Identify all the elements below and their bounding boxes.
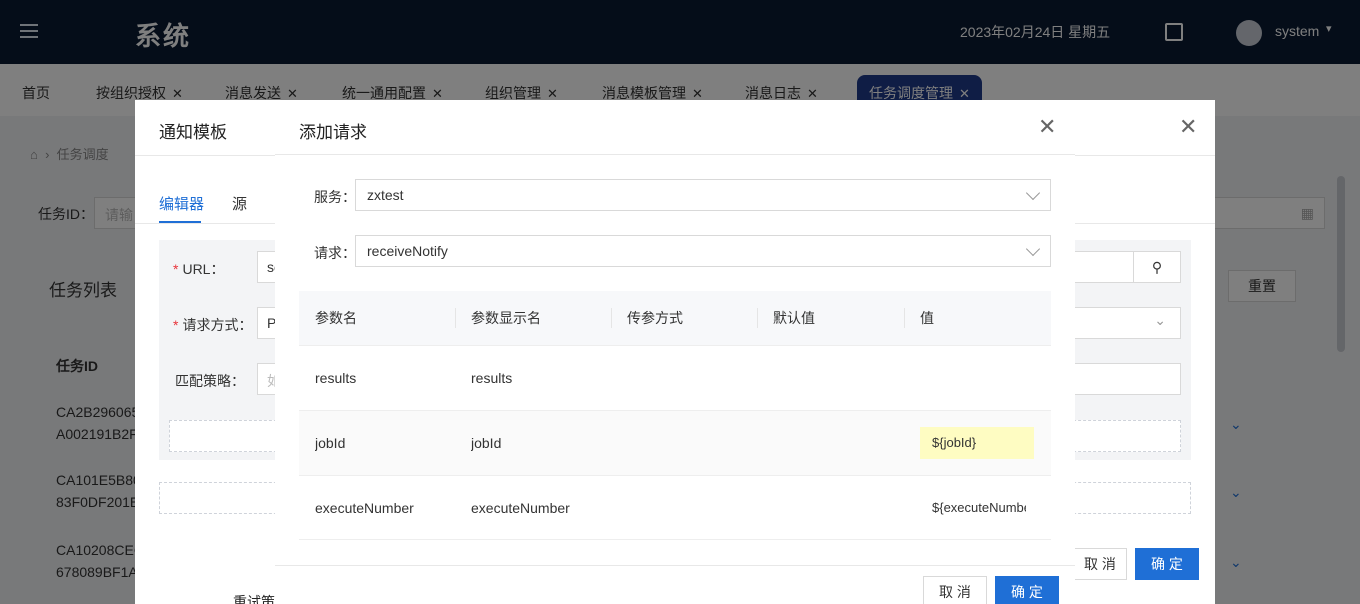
close-icon[interactable]: ✕ xyxy=(1038,114,1056,140)
request-select[interactable]: receiveNotify xyxy=(355,235,1051,267)
cancel-button[interactable]: 取 消 xyxy=(923,576,987,604)
chevron-down-icon xyxy=(1025,185,1041,201)
table-row: executeNumber executeNumber ${executeNum… xyxy=(299,475,1051,540)
column-header: 传参方式 xyxy=(627,310,683,326)
match-label: 匹配策略： xyxy=(175,373,245,389)
divider xyxy=(275,154,1075,155)
chevron-down-icon xyxy=(1025,241,1041,257)
method-label: * 请求方式： xyxy=(173,317,253,333)
column-header: 参数名 xyxy=(315,310,357,326)
chevron-down-icon: ⌄ xyxy=(1154,312,1166,328)
param-value-input[interactable]: ${executeNumber} xyxy=(920,492,1026,524)
column-header: 参数显示名 xyxy=(471,310,541,326)
close-icon[interactable]: ✕ xyxy=(1179,114,1197,140)
column-header: 值 xyxy=(920,310,934,326)
tab-source[interactable]: 源 xyxy=(232,193,247,214)
url-label: * URL： xyxy=(173,261,225,277)
param-display-name: results xyxy=(471,370,513,386)
column-divider xyxy=(611,308,612,328)
retry-label: 重试策 xyxy=(233,594,275,604)
service-select[interactable]: zxtest xyxy=(355,179,1051,211)
ok-button[interactable]: 确 定 xyxy=(1135,548,1199,580)
modal-title: 添加请求 xyxy=(299,123,367,142)
ok-button[interactable]: 确 定 xyxy=(995,576,1059,604)
param-display-name: executeNumber xyxy=(471,500,570,516)
service-value: zxtest xyxy=(367,187,404,203)
divider xyxy=(275,565,1075,566)
tab-editor[interactable]: 编辑器 xyxy=(159,193,204,214)
modal-title: 通知模板 xyxy=(159,123,227,142)
cancel-button[interactable]: 取 消 xyxy=(1073,548,1127,580)
column-divider xyxy=(904,308,905,328)
request-value: receiveNotify xyxy=(367,243,448,259)
column-header: 默认值 xyxy=(773,310,815,326)
table-row: jobId jobId ${jobId} xyxy=(299,410,1051,475)
table-row: results results xyxy=(299,345,1051,410)
param-name: jobId xyxy=(315,435,346,451)
request-label: 请求： xyxy=(314,245,356,261)
param-name: results xyxy=(315,370,357,386)
add-request-modal: 添加请求 ✕ 服务： zxtest 请求： receiveNotify 参数名 … xyxy=(275,100,1075,604)
search-icon[interactable]: ⚲ xyxy=(1133,251,1181,283)
param-value-input[interactable]: ${jobId} xyxy=(920,427,1034,459)
service-label: 服务： xyxy=(314,189,356,205)
param-display-name: jobId xyxy=(471,435,502,451)
column-divider xyxy=(455,308,456,328)
column-divider xyxy=(757,308,758,328)
param-name: executeNumber xyxy=(315,500,414,516)
